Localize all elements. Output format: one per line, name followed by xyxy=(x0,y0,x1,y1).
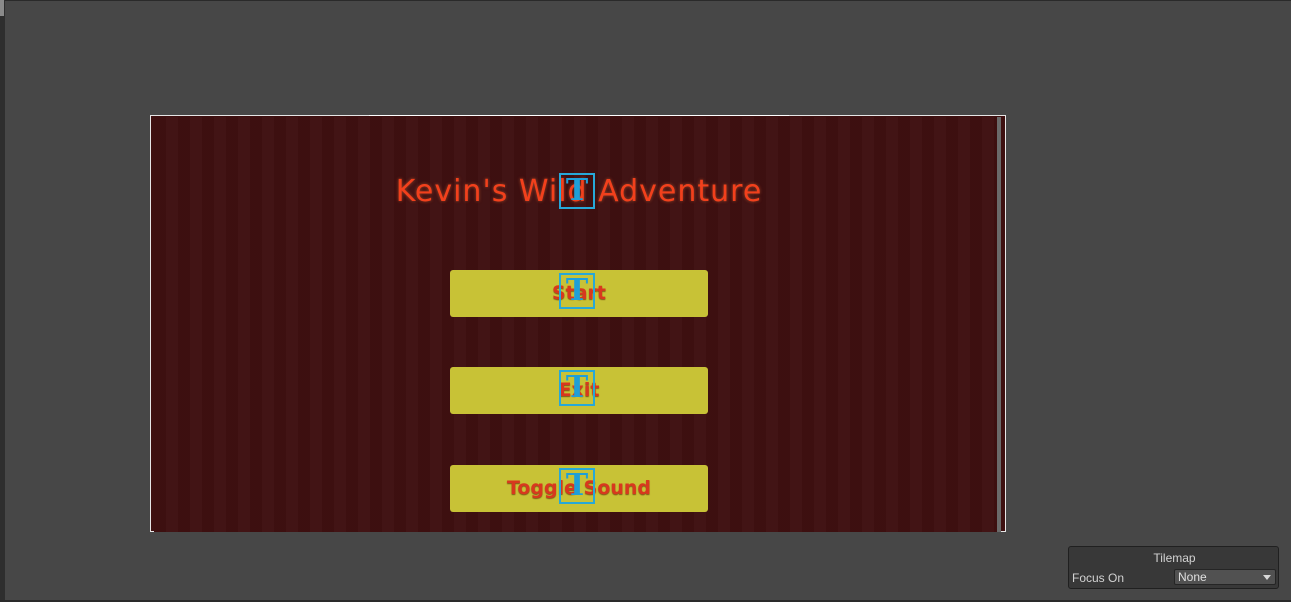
tilemap-overlay-panel: Tilemap Focus On None xyxy=(1068,546,1279,589)
text-component-gizmo-icon[interactable]: T xyxy=(559,273,595,309)
text-component-gizmo-icon[interactable]: T xyxy=(559,468,595,504)
text-component-gizmo-icon[interactable]: T xyxy=(559,370,595,406)
tilemap-overlay-title: Tilemap xyxy=(1153,551,1196,565)
text-t-icon: T xyxy=(565,370,589,405)
scene-left-border xyxy=(0,0,5,602)
canvas-selection-highlight xyxy=(369,115,789,116)
scene-left-border-highlight xyxy=(0,0,4,16)
focus-on-label: Focus On xyxy=(1072,571,1125,585)
focus-on-dropdown[interactable]: None xyxy=(1174,569,1276,585)
text-component-gizmo-icon[interactable]: T xyxy=(559,173,595,209)
scene-view[interactable]: Kevin's Wild Adventure T Start T Exit T … xyxy=(0,0,1291,602)
scene-top-border xyxy=(0,0,1291,1)
text-t-icon: T xyxy=(565,273,589,308)
text-t-icon: T xyxy=(565,468,589,503)
text-t-icon: T xyxy=(565,173,589,208)
chevron-down-icon xyxy=(1263,575,1271,580)
ui-canvas-bounds[interactable]: Kevin's Wild Adventure T Start T Exit T … xyxy=(150,115,1006,532)
focus-on-value: None xyxy=(1178,570,1207,584)
